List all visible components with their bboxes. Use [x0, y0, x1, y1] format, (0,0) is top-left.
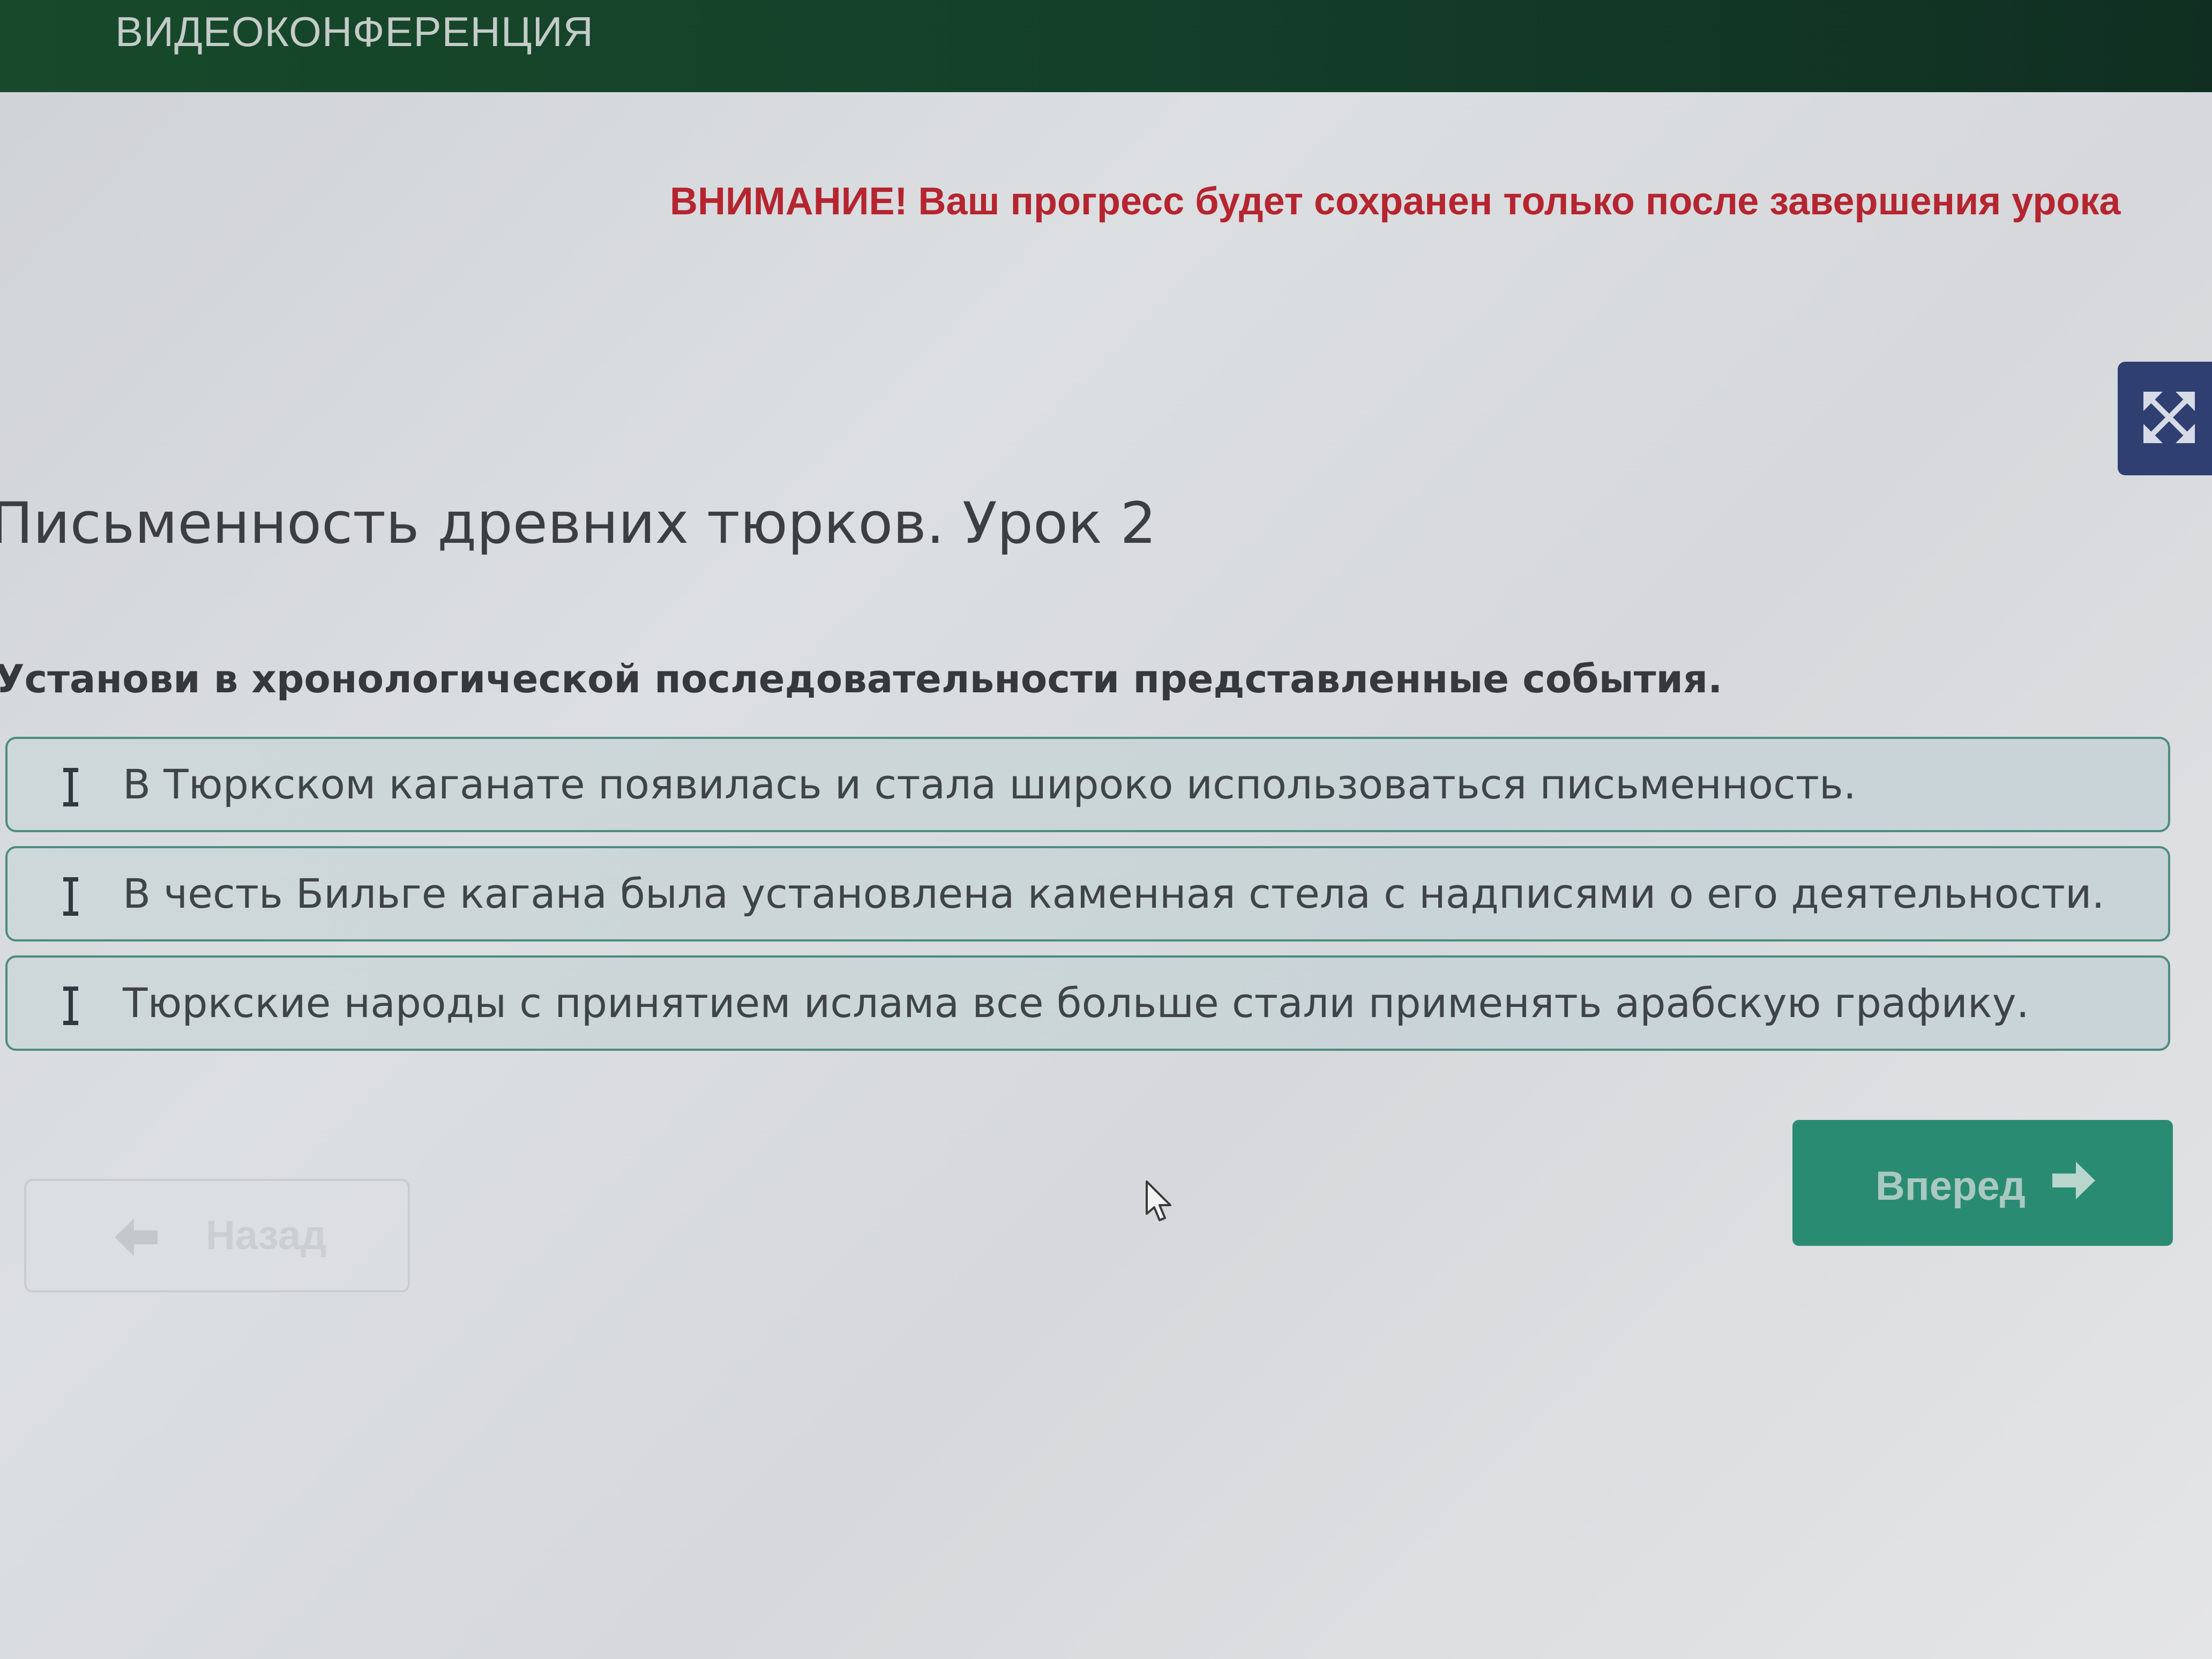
sortable-option-3[interactable]: Тюркские народы с принятием ислама все б…	[5, 955, 2170, 1051]
drag-handle-icon[interactable]	[61, 874, 80, 919]
option-text: В честь Бильге кагана была установлена к…	[123, 870, 2105, 917]
forward-button-label: Вперед	[1875, 1163, 2026, 1209]
fullscreen-icon	[2143, 392, 2195, 443]
mouse-cursor-icon	[1146, 1180, 1171, 1221]
progress-warning: ВНИМАНИЕ! Ваш прогресс будет сохранен то…	[670, 180, 2121, 223]
drag-handle-icon[interactable]	[61, 765, 80, 810]
question-prompt: Установи в хронологической последователь…	[0, 656, 1723, 701]
videoconference-link[interactable]: ВИДЕОКОНФЕРЕНЦИЯ	[115, 8, 594, 56]
back-button[interactable]: Назад	[24, 1179, 410, 1292]
arrow-left-icon	[115, 1219, 158, 1256]
top-header-bar: ВИДЕОКОНФЕРЕНЦИЯ	[0, 0, 2212, 92]
forward-button[interactable]: Вперед	[1792, 1120, 2173, 1246]
ordering-options-list: В Тюркском каганате появилась и стала ши…	[5, 737, 2170, 1065]
lesson-title: Письменность древних тюрков. Урок 2	[0, 490, 1156, 556]
drag-handle-icon[interactable]	[61, 983, 80, 1028]
option-text: Тюркские народы с принятием ислама все б…	[123, 979, 2029, 1027]
arrow-right-icon	[2052, 1162, 2095, 1199]
fullscreen-button[interactable]	[2118, 362, 2212, 475]
sortable-option-1[interactable]: В Тюркском каганате появилась и стала ши…	[5, 737, 2170, 832]
sortable-option-2[interactable]: В честь Бильге кагана была установлена к…	[5, 846, 2170, 941]
back-button-label: Назад	[206, 1213, 327, 1258]
option-text: В Тюркском каганате появилась и стала ши…	[123, 760, 1857, 808]
